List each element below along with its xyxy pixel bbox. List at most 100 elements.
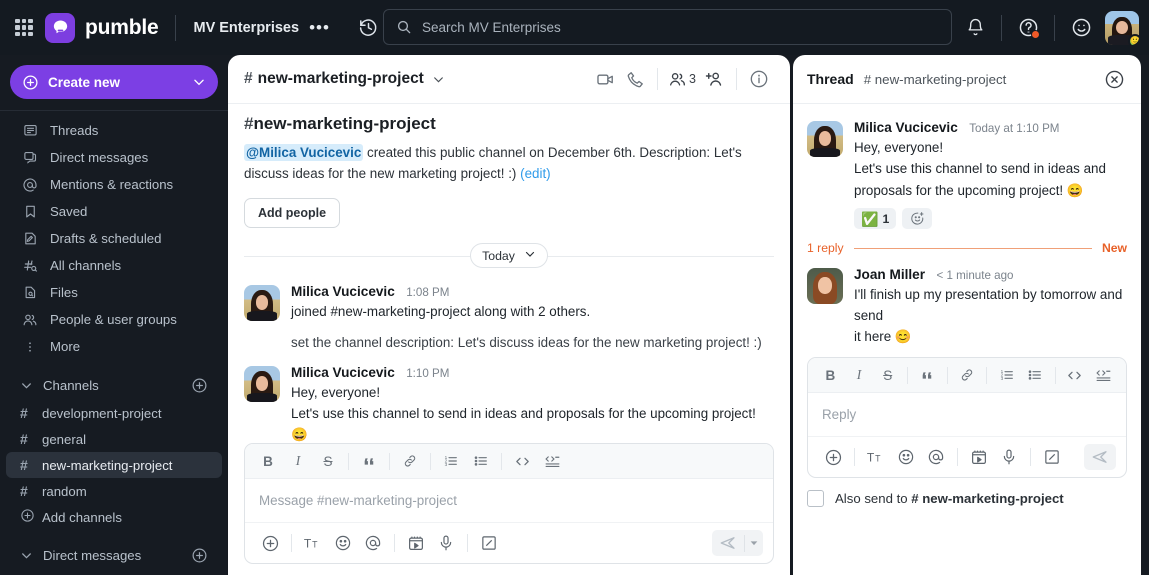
add-member-icon[interactable] bbox=[699, 64, 729, 94]
close-icon[interactable] bbox=[1101, 66, 1127, 92]
send-button[interactable] bbox=[712, 530, 744, 556]
sidebar-item-direct-messages[interactable]: Direct messages bbox=[6, 144, 222, 171]
microphone-icon[interactable] bbox=[431, 529, 461, 557]
send-options-chevron-icon[interactable] bbox=[745, 530, 763, 556]
notifications-bell-icon[interactable] bbox=[957, 10, 993, 46]
reply-input[interactable]: Reply bbox=[808, 393, 1126, 436]
bookmark-icon bbox=[20, 204, 40, 219]
channels-section-header[interactable]: Channels bbox=[6, 370, 222, 400]
inline-code-button[interactable] bbox=[507, 448, 537, 474]
attach-plus-icon[interactable] bbox=[818, 443, 848, 471]
sidebar-item-people[interactable]: People & user groups bbox=[6, 306, 222, 333]
sidebar-item-all-channels[interactable]: All channels bbox=[6, 252, 222, 279]
search-input[interactable]: Search MV Enterprises bbox=[383, 9, 952, 45]
workspace-menu-icon[interactable]: ••• bbox=[309, 19, 330, 36]
italic-button[interactable]: I bbox=[845, 362, 874, 388]
inline-code-button[interactable] bbox=[1061, 362, 1090, 388]
blockquote-button[interactable] bbox=[354, 448, 384, 474]
bullet-list-button[interactable] bbox=[1021, 362, 1050, 388]
avatar[interactable] bbox=[244, 365, 280, 402]
message-author[interactable]: Milica Vucicevic bbox=[854, 120, 958, 135]
day-divider-pill[interactable]: Today bbox=[470, 243, 548, 269]
link-button[interactable] bbox=[953, 362, 982, 388]
avatar[interactable] bbox=[807, 268, 843, 305]
sidebar-channel-random[interactable]: # random bbox=[6, 478, 222, 504]
sidebar-item-mentions[interactable]: Mentions & reactions bbox=[6, 171, 222, 198]
divider bbox=[986, 366, 988, 384]
avatar[interactable] bbox=[244, 284, 280, 321]
history-icon[interactable] bbox=[358, 17, 379, 38]
message-author[interactable]: Joan Miller bbox=[854, 267, 925, 282]
emoji-icon[interactable] bbox=[328, 529, 358, 557]
send-group bbox=[712, 530, 763, 556]
create-new-button[interactable]: Create new bbox=[10, 65, 218, 99]
message-author[interactable]: Milica Vucicevic bbox=[291, 365, 395, 380]
divider bbox=[946, 366, 948, 384]
ordered-list-button[interactable]: 123 bbox=[992, 362, 1021, 388]
sidebar-item-saved[interactable]: Saved bbox=[6, 198, 222, 225]
video-clip-icon[interactable] bbox=[964, 443, 994, 471]
microphone-icon[interactable] bbox=[994, 443, 1024, 471]
sidebar-item-more[interactable]: More bbox=[6, 333, 222, 360]
sidebar-add-channels[interactable]: Add channels bbox=[6, 504, 222, 530]
video-clip-icon[interactable] bbox=[401, 529, 431, 557]
sidebar-item-drafts[interactable]: Drafts & scheduled bbox=[6, 225, 222, 252]
also-send-checkbox[interactable] bbox=[807, 490, 824, 508]
sidebar-channel-general[interactable]: # general bbox=[6, 426, 222, 452]
strikethrough-button[interactable]: S bbox=[873, 362, 902, 388]
thread-channel[interactable]: # new-marketing-project bbox=[864, 72, 1007, 87]
sidebar-item-files[interactable]: Files bbox=[6, 279, 222, 306]
add-dm-icon bbox=[192, 548, 207, 562]
video-call-icon[interactable] bbox=[590, 64, 620, 94]
sidebar-item-threads[interactable]: Threads bbox=[6, 117, 222, 144]
phone-call-icon[interactable] bbox=[620, 64, 650, 94]
thread-panel: Thread # new-marketing-project Milica Vu… bbox=[793, 55, 1141, 575]
thread-root-message: Milica Vucicevic Today at 1:10 PM Hey, e… bbox=[807, 116, 1127, 230]
text-format-icon[interactable]: TT bbox=[298, 529, 328, 557]
svg-text:3: 3 bbox=[1000, 376, 1003, 381]
members-icon[interactable]: 3 bbox=[665, 64, 699, 94]
also-send-row[interactable]: Also send to # new-marketing-project bbox=[807, 490, 1127, 508]
ordered-list-button[interactable]: 123 bbox=[436, 448, 466, 474]
status-badge: 🙂 bbox=[1128, 33, 1139, 45]
direct-messages-section-header[interactable]: Direct messages bbox=[6, 540, 222, 570]
bullet-list-button[interactable] bbox=[466, 448, 496, 474]
reaction-pill[interactable]: ✅ 1 bbox=[854, 208, 897, 230]
channel-title[interactable]: # new-marketing-project bbox=[244, 70, 445, 88]
divider bbox=[1054, 14, 1055, 41]
code-block-button[interactable] bbox=[537, 448, 567, 474]
help-icon[interactable] bbox=[1010, 10, 1046, 46]
sidebar-channel-new-marketing-project[interactable]: # new-marketing-project bbox=[6, 452, 222, 478]
workspace-name[interactable]: MV Enterprises bbox=[193, 20, 299, 36]
bold-button[interactable]: B bbox=[816, 362, 845, 388]
edit-description-link[interactable]: (edit) bbox=[520, 166, 551, 181]
attach-plus-icon[interactable] bbox=[255, 529, 285, 557]
user-mention[interactable]: @Milica Vucicevic bbox=[244, 144, 364, 161]
link-button[interactable] bbox=[395, 448, 425, 474]
add-reaction-icon[interactable] bbox=[902, 208, 933, 230]
message-input[interactable]: Message #new-marketing-project bbox=[245, 479, 773, 522]
formatting-toolbar: B I S 123 bbox=[808, 358, 1126, 394]
emoji-icon[interactable] bbox=[891, 443, 921, 471]
code-block-button[interactable] bbox=[1089, 362, 1118, 388]
channel-info-icon[interactable] bbox=[744, 64, 774, 94]
send-button[interactable] bbox=[1084, 444, 1116, 470]
slash-command-icon[interactable] bbox=[474, 529, 504, 557]
bold-button[interactable]: B bbox=[253, 448, 283, 474]
text-format-icon[interactable]: TT bbox=[861, 443, 891, 471]
slash-command-icon[interactable] bbox=[1037, 443, 1067, 471]
sidebar-channel-development-project[interactable]: # development-project bbox=[6, 400, 222, 426]
avatar[interactable]: 🙂 bbox=[1105, 10, 1139, 45]
smiley-icon[interactable] bbox=[1063, 10, 1099, 46]
mention-icon[interactable] bbox=[921, 443, 951, 471]
message-author[interactable]: Milica Vucicevic bbox=[291, 284, 395, 299]
strikethrough-button[interactable]: S bbox=[313, 448, 343, 474]
add-people-button[interactable]: Add people bbox=[244, 197, 341, 228]
thread-reply-divider: 1 reply New bbox=[807, 241, 1127, 255]
italic-button[interactable]: I bbox=[283, 448, 313, 474]
avatar[interactable] bbox=[807, 121, 843, 157]
blockquote-button[interactable] bbox=[913, 362, 942, 388]
mention-icon[interactable] bbox=[358, 529, 388, 557]
chevron-down-icon bbox=[524, 248, 536, 263]
apps-grid-icon[interactable] bbox=[11, 15, 37, 41]
